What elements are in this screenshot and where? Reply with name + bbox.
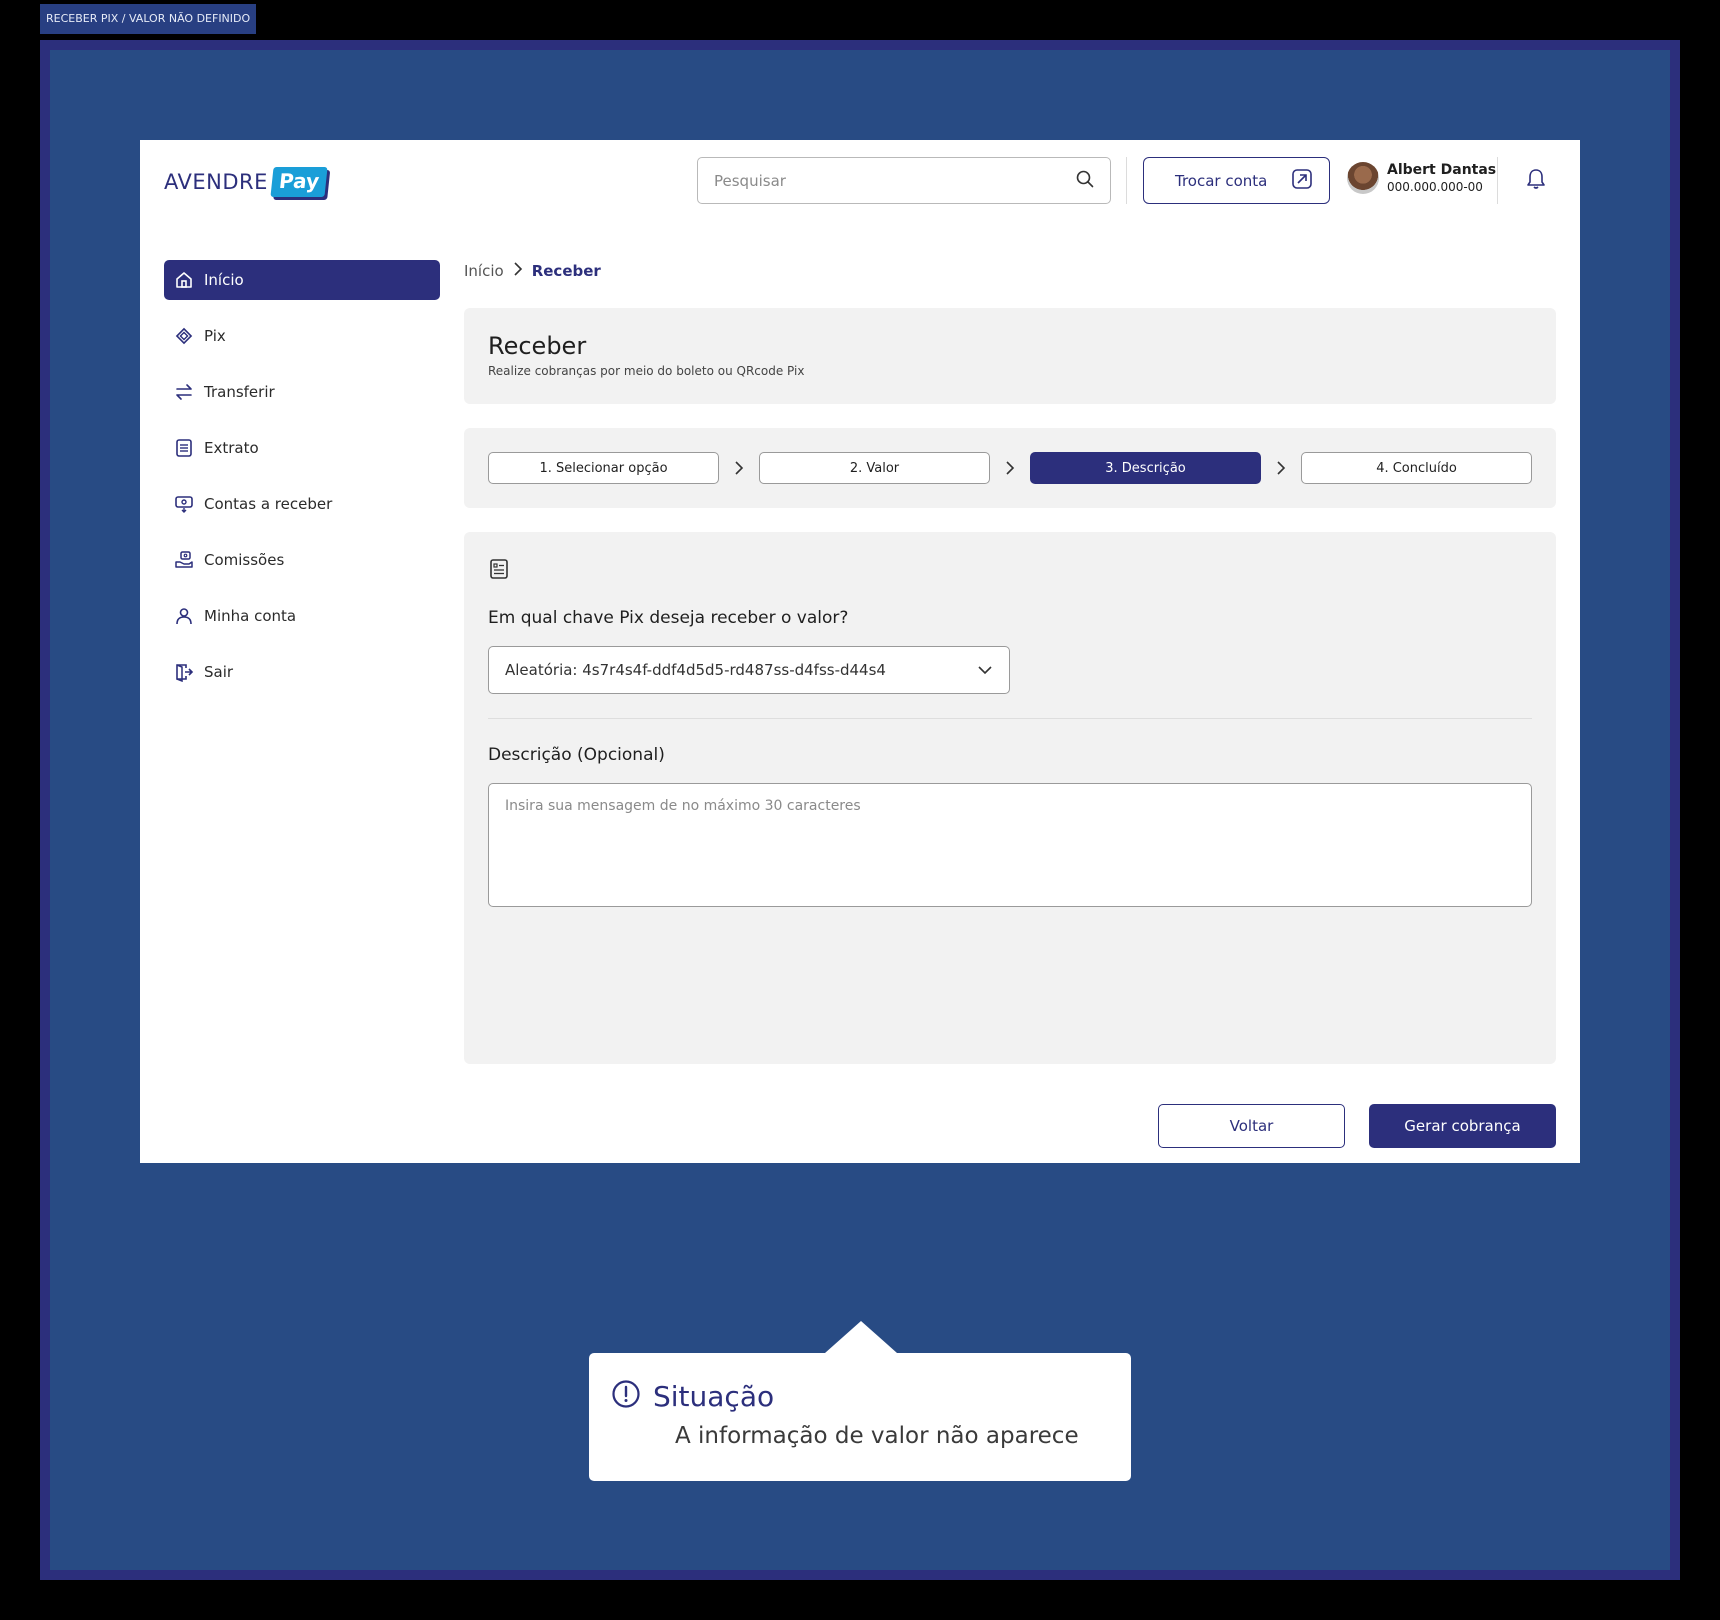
statement-icon — [488, 558, 1532, 584]
chevron-right-icon — [719, 460, 759, 476]
sidebar-item-contas-a-receber[interactable]: Contas a receber — [164, 484, 440, 524]
search-placeholder: Pesquisar — [714, 171, 786, 190]
pix-key-question: Em qual chave Pix deseja receber o valor… — [488, 608, 849, 628]
sidebar-item-transferir[interactable]: Transferir — [164, 372, 440, 412]
external-link-icon — [1291, 168, 1313, 194]
divider — [488, 718, 1532, 719]
transfer-icon — [174, 382, 194, 402]
chevron-right-icon — [1261, 460, 1301, 476]
pix-key-selected-value: Aleatória: 4s7r4s4f-ddf4d5d5-rd487ss-d4f… — [505, 661, 886, 679]
form-panel: Em qual chave Pix deseja receber o valor… — [464, 532, 1556, 1064]
back-button[interactable]: Voltar — [1158, 1104, 1345, 1148]
chevron-right-icon — [513, 262, 523, 280]
sidebar-item-pix[interactable]: Pix — [164, 316, 440, 356]
sidebar-item-extrato[interactable]: Extrato — [164, 428, 440, 468]
header-divider — [1126, 157, 1127, 204]
logo-badge: Pay — [270, 167, 328, 197]
breadcrumb-current: Receber — [531, 262, 601, 280]
frame-label: RECEBER PIX / VALOR NÃO DEFINIDO — [40, 4, 257, 34]
description-textarea[interactable]: Insira sua mensagem de no máximo 30 cara… — [488, 783, 1532, 907]
receivables-icon — [174, 494, 194, 514]
page-title: Receber — [488, 332, 587, 360]
switch-account-button[interactable]: Trocar conta — [1143, 157, 1330, 204]
callout-title: Situação — [653, 1379, 775, 1413]
sidebar-item-label: Contas a receber — [204, 495, 333, 513]
generate-charge-button[interactable]: Gerar cobrança — [1369, 1104, 1556, 1148]
logo-text: AVENDRE — [164, 170, 268, 194]
step-concluido[interactable]: 4. Concluído — [1301, 452, 1532, 484]
statement-icon — [174, 438, 194, 458]
search-input[interactable]: Pesquisar — [697, 157, 1111, 204]
chevron-right-icon — [990, 460, 1030, 476]
switch-account-label: Trocar conta — [1175, 171, 1268, 190]
pix-key-select[interactable]: Aleatória: 4s7r4s4f-ddf4d5d5-rd487ss-d4f… — [488, 646, 1010, 694]
pix-icon — [174, 326, 194, 346]
chevron-down-icon — [977, 661, 993, 679]
step-selecionar-opcao[interactable]: 1. Selecionar opção — [488, 452, 719, 484]
commission-icon — [174, 550, 194, 570]
stepper: 1. Selecionar opção 2. Valor 3. Descriçã… — [464, 428, 1556, 508]
sidebar-item-label: Início — [204, 271, 244, 289]
callout-text: A informação de valor não aparece — [675, 1423, 1079, 1449]
sidebar-nav: Início Pix Transferir Extrato Contas a r… — [164, 260, 440, 708]
sidebar-item-comissoes[interactable]: Comissões — [164, 540, 440, 580]
sidebar-item-label: Sair — [204, 663, 234, 681]
search-icon[interactable] — [1076, 170, 1094, 192]
header-divider-2 — [1497, 157, 1498, 204]
sidebar-item-inicio[interactable]: Início — [164, 260, 440, 300]
description-placeholder: Insira sua mensagem de no máximo 30 cara… — [505, 798, 861, 814]
step-valor[interactable]: 2. Valor — [759, 452, 990, 484]
situation-callout: Situação A informação de valor não apare… — [589, 1321, 1131, 1481]
user-profile[interactable]: Albert Dantas 000.000.000-00 — [1347, 162, 1496, 194]
bell-icon[interactable] — [1526, 168, 1546, 194]
sidebar-item-label: Transferir — [204, 383, 275, 401]
sidebar-item-label: Pix — [204, 327, 226, 345]
sidebar-item-sair[interactable]: Sair — [164, 652, 440, 692]
breadcrumb-root[interactable]: Início — [464, 262, 504, 280]
sidebar-item-label: Extrato — [204, 439, 259, 457]
sidebar-item-minha-conta[interactable]: Minha conta — [164, 596, 440, 636]
logout-icon — [174, 662, 194, 682]
avatar — [1347, 162, 1379, 194]
page-header-panel: Receber Realize cobranças por meio do bo… — [464, 308, 1556, 404]
sidebar-item-label: Comissões — [204, 551, 285, 569]
alert-icon — [611, 1379, 641, 1413]
page-subtitle: Realize cobranças por meio do boleto ou … — [488, 364, 805, 378]
user-document: 000.000.000-00 — [1387, 180, 1483, 194]
logo[interactable]: AVENDRE Pay — [164, 162, 328, 202]
sidebar-item-label: Minha conta — [204, 607, 297, 625]
step-descricao[interactable]: 3. Descrição — [1030, 452, 1261, 484]
home-icon — [174, 270, 194, 290]
app-window: AVENDRE Pay Pesquisar Trocar conta Alber… — [140, 140, 1580, 1163]
description-label: Descrição (Opcional) — [488, 745, 665, 765]
breadcrumb: Início Receber — [464, 262, 601, 280]
user-name: Albert Dantas — [1387, 162, 1497, 178]
user-icon — [174, 606, 194, 626]
